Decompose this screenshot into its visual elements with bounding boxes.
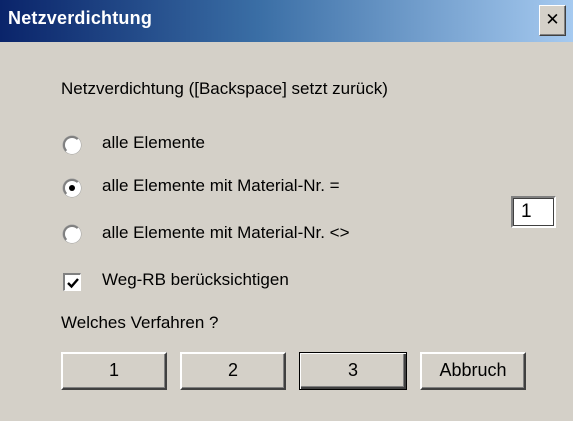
- checkbox-label-weg-rb[interactable]: Weg-RB berücksichtigen: [102, 270, 289, 290]
- radio-selected-dot: [69, 185, 75, 191]
- dialog-window: Netzverdichtung ✕ Netzverdichtung ([Back…: [0, 0, 573, 421]
- option-label-material-equal[interactable]: alle Elemente mit Material-Nr. =: [102, 176, 340, 196]
- option-label-material-not-equal[interactable]: alle Elemente mit Material-Nr. <>: [102, 223, 350, 243]
- radio-all-elements[interactable]: [63, 136, 81, 154]
- dialog-heading: Netzverdichtung ([Backspace] setzt zurüc…: [61, 79, 388, 98]
- material-number-input[interactable]: 1: [511, 196, 556, 228]
- title-bar[interactable]: Netzverdichtung ✕: [0, 0, 573, 42]
- radio-material-not-equal[interactable]: [63, 225, 81, 243]
- method-3-button[interactable]: 3: [299, 352, 407, 390]
- checkmark-icon: [67, 278, 79, 289]
- window-title: Netzverdichtung: [8, 8, 153, 28]
- close-button[interactable]: ✕: [539, 5, 566, 36]
- option-label-all-elements[interactable]: alle Elemente: [102, 133, 205, 153]
- method-1-button[interactable]: 1: [61, 352, 167, 390]
- close-icon: ✕: [545, 10, 560, 30]
- method-2-button[interactable]: 2: [180, 352, 286, 390]
- radio-material-equal[interactable]: [63, 179, 81, 197]
- cancel-button[interactable]: Abbruch: [420, 352, 526, 390]
- checkbox-weg-rb[interactable]: [63, 273, 81, 291]
- question-label: Welches Verfahren ?: [61, 313, 219, 332]
